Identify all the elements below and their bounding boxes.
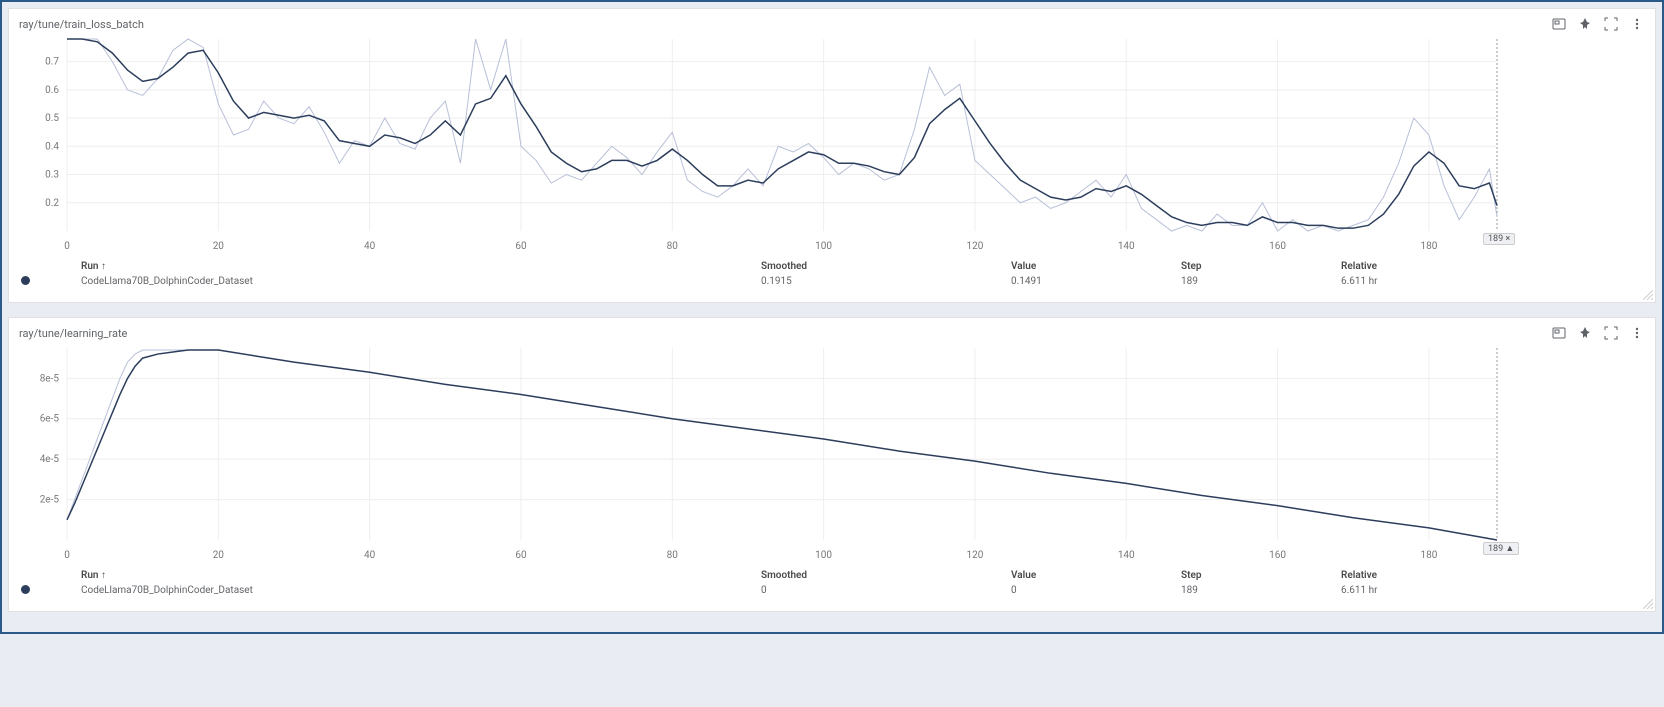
chart-panel-loss: ray/tune/train_loss_batch 0.20.30.40.50.… [8, 8, 1656, 303]
svg-text:80: 80 [667, 241, 679, 252]
svg-text:100: 100 [815, 241, 832, 252]
legend-hdr-run[interactable]: Run ↑ [81, 261, 761, 272]
legend-value: 0 [1011, 585, 1181, 597]
svg-text:8e-5: 8e-5 [40, 373, 60, 384]
fullscreen-icon[interactable] [1603, 16, 1619, 32]
step-badge-text: 189 ▲ [1488, 543, 1514, 554]
legend-hdr-value[interactable]: Value [1011, 570, 1181, 581]
svg-text:80: 80 [667, 550, 679, 561]
legend-hdr-value[interactable]: Value [1011, 261, 1181, 272]
legend-relative: 6.611 hr [1341, 585, 1643, 597]
svg-text:140: 140 [1118, 550, 1135, 561]
resize-handle-icon[interactable] [1643, 290, 1653, 300]
legend-hdr-smoothed[interactable]: Smoothed [761, 570, 1011, 581]
svg-text:180: 180 [1420, 241, 1437, 252]
svg-text:0.7: 0.7 [45, 57, 59, 68]
svg-text:0: 0 [64, 550, 70, 561]
svg-text:0.2: 0.2 [45, 198, 59, 209]
more-icon[interactable] [1629, 16, 1645, 32]
panel-title: ray/tune/train_loss_batch [19, 18, 144, 31]
panel-header: ray/tune/learning_rate [9, 318, 1655, 344]
svg-text:0.4: 0.4 [45, 141, 59, 152]
legend-hdr-step[interactable]: Step [1181, 570, 1341, 581]
legend-step: 189 [1181, 585, 1341, 597]
run-legend: Run ↑ Smoothed Value Step Relative CodeL… [9, 255, 1655, 302]
svg-text:40: 40 [364, 241, 376, 252]
pin-icon[interactable] [1577, 16, 1593, 32]
step-badge-text: 189 × [1488, 234, 1510, 244]
legend-hdr-step[interactable]: Step [1181, 261, 1341, 272]
fullscreen-icon[interactable] [1603, 325, 1619, 341]
svg-text:120: 120 [966, 550, 983, 561]
chart-plot-lr[interactable]: 2e-5 4e-5 6e-5 8e-5 0 20 40 60 80 100 120 140 160 180… [17, 344, 1647, 564]
svg-text:60: 60 [515, 241, 527, 252]
legend-run-name[interactable]: CodeLlama70B_DolphinCoder_Dataset [81, 585, 761, 597]
legend-hdr-relative[interactable]: Relative [1341, 570, 1643, 581]
panel-header: ray/tune/train_loss_batch [9, 9, 1655, 35]
card-icon[interactable] [1551, 16, 1567, 32]
svg-text:100: 100 [815, 550, 832, 561]
svg-text:180: 180 [1420, 550, 1437, 561]
svg-text:4e-5: 4e-5 [40, 454, 60, 465]
svg-text:140: 140 [1118, 241, 1135, 252]
resize-handle-icon[interactable] [1643, 599, 1653, 609]
svg-text:160: 160 [1269, 550, 1286, 561]
panel-actions [1551, 16, 1645, 32]
legend-hdr-smoothed[interactable]: Smoothed [761, 261, 1011, 272]
svg-text:40: 40 [364, 550, 376, 561]
svg-text:20: 20 [213, 550, 225, 561]
panel-title: ray/tune/learning_rate [19, 327, 127, 340]
series-color-dot [21, 585, 30, 594]
svg-text:0.6: 0.6 [45, 85, 59, 96]
svg-text:0.5: 0.5 [45, 113, 59, 124]
panel-actions [1551, 325, 1645, 341]
step-badge[interactable]: 189 × [1483, 233, 1515, 245]
legend-smoothed: 0 [761, 585, 1011, 597]
legend-step: 189 [1181, 276, 1341, 288]
svg-text:0.3: 0.3 [45, 170, 59, 181]
svg-text:60: 60 [515, 550, 527, 561]
svg-text:2e-5: 2e-5 [40, 495, 60, 506]
card-icon[interactable] [1551, 325, 1567, 341]
legend-smoothed: 0.1915 [761, 276, 1011, 288]
legend-hdr-relative[interactable]: Relative [1341, 261, 1643, 272]
legend-value: 0.1491 [1011, 276, 1181, 288]
svg-text:6e-5: 6e-5 [40, 414, 60, 425]
svg-text:160: 160 [1269, 241, 1286, 252]
svg-text:20: 20 [213, 241, 225, 252]
legend-run-name[interactable]: CodeLlama70B_DolphinCoder_Dataset [81, 276, 761, 288]
svg-text:120: 120 [966, 241, 983, 252]
run-legend: Run ↑ Smoothed Value Step Relative CodeL… [9, 564, 1655, 611]
series-color-dot [21, 276, 30, 285]
legend-relative: 6.611 hr [1341, 276, 1643, 288]
step-badge[interactable]: 189 ▲ [1483, 542, 1519, 555]
chart-plot-loss[interactable]: 0.2 0.3 0.4 0.5 0.6 0.7 0 20 40 60 80 100 120 140 160 1… [17, 35, 1647, 255]
more-icon[interactable] [1629, 325, 1645, 341]
chart-panel-lr: ray/tune/learning_rate 2e-5 4e-5 6e-5 8e-5 0… [8, 317, 1656, 612]
legend-hdr-run[interactable]: Run ↑ [81, 570, 761, 581]
pin-icon[interactable] [1577, 325, 1593, 341]
svg-text:0: 0 [64, 241, 70, 252]
